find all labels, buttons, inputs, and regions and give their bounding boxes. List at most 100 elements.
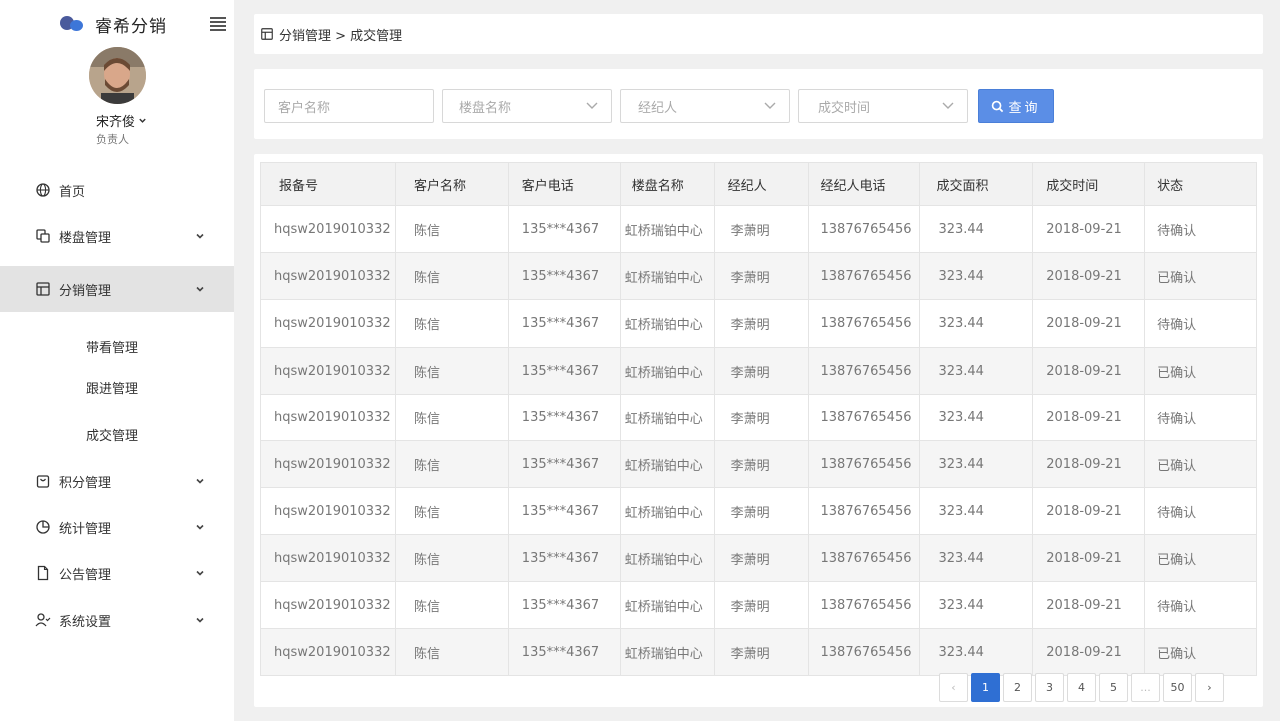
nav-item-notice[interactable]: 公告管理 (0, 550, 234, 596)
page-button[interactable]: 1 (971, 673, 1000, 702)
table-row[interactable]: hqsw2019010332 陈信 135***4367 虹桥瑞铂中心 李萧明 13876… (260, 347, 1257, 395)
agent-phone-cell: 13876765456 (807, 581, 921, 629)
chevron-down-icon (196, 570, 204, 576)
table-row[interactable]: hqsw2019010332 陈信 135***4367 虹桥瑞铂中心 李萧明 13876… (260, 299, 1257, 348)
agent-name-cell: 李萧明 (713, 205, 809, 253)
page-button[interactable]: 4 (1067, 673, 1096, 702)
nav-item-property[interactable]: 楼盘管理 (0, 213, 234, 259)
status-cell[interactable]: 待确认 (1144, 394, 1257, 441)
globe-icon (35, 182, 51, 198)
sub-item-deal[interactable]: 成交管理 (86, 425, 138, 444)
status-cell[interactable]: 待确认 (1144, 299, 1257, 348)
column-header: 客户电话 (507, 162, 621, 206)
search-icon (992, 100, 1004, 112)
property-select[interactable]: 楼盘名称 (442, 89, 612, 123)
search-button[interactable]: 查询 (978, 89, 1054, 123)
customer-name-input[interactable]: 客户名称 (264, 89, 434, 123)
copy-icon (35, 228, 51, 244)
chevron-down-icon (196, 233, 204, 239)
status-cell[interactable]: 已确认 (1144, 628, 1257, 676)
sidebar: 睿希分销 宋齐俊 负责人 首页 楼盘管理 分销管理 带看管理 跟进管理 成交管理… (0, 0, 234, 721)
agent-name-cell: 李萧明 (713, 394, 809, 441)
user-role: 负责人 (96, 133, 129, 146)
nav-item-stats[interactable]: 统计管理 (0, 504, 234, 550)
hamburger-menu-icon[interactable] (210, 17, 226, 31)
agent-name-cell: 李萧明 (713, 581, 809, 629)
table-row[interactable]: hqsw2019010332 陈信 135***4367 虹桥瑞铂中心 李萧明 13876… (260, 252, 1257, 300)
table-row[interactable]: hqsw2019010332 陈信 135***4367 虹桥瑞铂中心 李萧明 13876… (260, 581, 1257, 629)
table-row[interactable]: hqsw2019010332 陈信 135***4367 虹桥瑞铂中心 李萧明 13876… (260, 628, 1257, 676)
deal-date-cell: 2018-09-21 (1032, 252, 1146, 300)
sub-item-followup[interactable]: 跟进管理 (86, 378, 138, 397)
nav-item-distribution[interactable]: 分销管理 (0, 266, 234, 312)
status-cell[interactable]: 已确认 (1144, 534, 1257, 582)
report-no-cell: hqsw2019010332 (260, 394, 396, 441)
deal-date-placeholder: 成交时间 (818, 100, 871, 116)
deal-date-cell: 2018-09-21 (1032, 534, 1146, 582)
customer-name-cell: 陈信 (394, 252, 509, 300)
prev-page-button[interactable]: ‹ (939, 673, 968, 702)
customer-name-cell: 陈信 (394, 205, 509, 253)
customer-name-cell: 陈信 (394, 347, 509, 395)
filter-panel: 客户名称 楼盘名称 经纪人 成交时间 查询 (254, 69, 1263, 139)
agent-name-cell: 李萧明 (713, 252, 809, 300)
deal-date-cell: 2018-09-21 (1032, 440, 1146, 488)
property-name-cell: 虹桥瑞铂中心 (619, 534, 715, 582)
property-name-cell: 虹桥瑞铂中心 (619, 487, 715, 535)
brand-name: 睿希分销 (95, 16, 167, 37)
deal-table: 报备号 客户名称 客户电话 楼盘名称 经纪人 经纪人电话 成交面积 成交时间 状… (260, 162, 1257, 676)
page-button[interactable]: 2 (1003, 673, 1032, 702)
customer-name-cell: 陈信 (394, 394, 509, 441)
column-header: 经纪人 (713, 162, 809, 206)
customer-name-cell: 陈信 (394, 299, 509, 348)
next-page-button[interactable]: › (1195, 673, 1224, 702)
page-button[interactable]: 5 (1099, 673, 1128, 702)
property-select-placeholder: 楼盘名称 (459, 100, 512, 116)
status-cell[interactable]: 已确认 (1144, 347, 1257, 395)
status-cell[interactable]: 待确认 (1144, 205, 1257, 253)
customer-name-cell: 陈信 (394, 534, 509, 582)
agent-name-cell: 李萧明 (713, 534, 809, 582)
property-name-cell: 虹桥瑞铂中心 (619, 581, 715, 629)
property-name-cell: 虹桥瑞铂中心 (619, 347, 715, 395)
table-row[interactable]: hqsw2019010332 陈信 135***4367 虹桥瑞铂中心 李萧明 13876… (260, 534, 1257, 582)
table-row[interactable]: hqsw2019010332 陈信 135***4367 虹桥瑞铂中心 李萧明 13876… (260, 440, 1257, 488)
deal-date-cell: 2018-09-21 (1032, 581, 1146, 629)
agent-name-cell: 李萧明 (713, 440, 809, 488)
customer-phone-cell: 135***4367 (507, 394, 621, 441)
customer-name-cell: 陈信 (394, 581, 509, 629)
deal-area-cell: 323.44 (919, 440, 1034, 488)
column-header: 楼盘名称 (619, 162, 715, 206)
property-name-cell: 虹桥瑞铂中心 (619, 440, 715, 488)
deal-date-cell: 2018-09-21 (1032, 487, 1146, 535)
deal-date-select[interactable]: 成交时间 (798, 89, 968, 123)
report-no-cell: hqsw2019010332 (260, 347, 396, 395)
table-row[interactable]: hqsw2019010332 陈信 135***4367 虹桥瑞铂中心 李萧明 13876… (260, 487, 1257, 535)
nav-label-notice: 公告管理 (59, 567, 112, 583)
nav-item-settings[interactable]: 系统设置 (0, 597, 234, 643)
table-row[interactable]: hqsw2019010332 陈信 135***4367 虹桥瑞铂中心 李萧明 13876… (260, 394, 1257, 441)
page-button[interactable]: 3 (1035, 673, 1064, 702)
status-cell[interactable]: 待确认 (1144, 487, 1257, 535)
nav-item-home[interactable]: 首页 (0, 167, 234, 213)
sub-item-viewing[interactable]: 带看管理 (86, 337, 138, 356)
user-name-dropdown[interactable]: 宋齐俊 (96, 111, 147, 130)
nav-item-points[interactable]: 积分管理 (0, 458, 234, 504)
layout-icon (35, 281, 51, 297)
chevron-down-icon (196, 617, 204, 623)
status-cell[interactable]: 已确认 (1144, 440, 1257, 488)
table-row[interactable]: hqsw2019010332 陈信 135***4367 虹桥瑞铂中心 李萧明 13876… (260, 205, 1257, 253)
page-button[interactable]: 50 (1163, 673, 1192, 702)
avatar[interactable] (89, 47, 146, 104)
agent-name-cell: 李萧明 (713, 628, 809, 676)
brand[interactable]: 睿希分销 (60, 12, 167, 37)
pagination: ‹ 1 2 3 4 5 ... 50 › (939, 673, 1227, 702)
deal-area-cell: 323.44 (919, 205, 1034, 253)
chevron-down-icon (586, 102, 598, 109)
status-cell[interactable]: 待确认 (1144, 581, 1257, 629)
report-no-cell: hqsw2019010332 (260, 299, 396, 348)
status-cell[interactable]: 已确认 (1144, 252, 1257, 300)
report-no-cell: hqsw2019010332 (260, 440, 396, 488)
agent-select[interactable]: 经纪人 (620, 89, 790, 123)
agent-name-cell: 李萧明 (713, 487, 809, 535)
